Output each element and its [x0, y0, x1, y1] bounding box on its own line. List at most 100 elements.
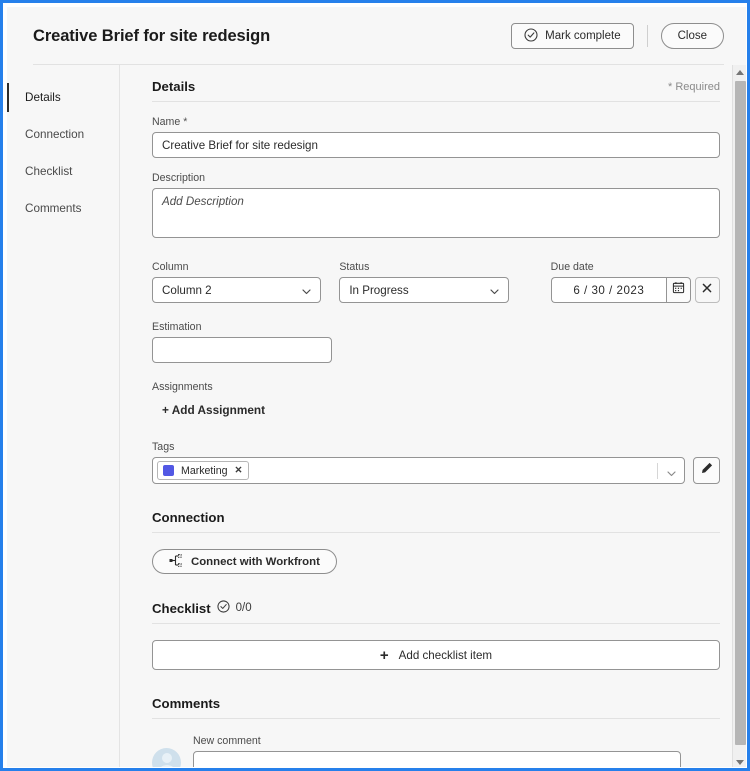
assignments-label: Assignments — [152, 381, 213, 393]
checklist-rule — [152, 623, 720, 624]
name-label-text: Name — [152, 116, 181, 128]
tags-separator — [657, 463, 658, 479]
sidebar: Details Connection Checklist Comments — [7, 65, 120, 767]
task-detail-window: Creative Brief for site redesign Mark co… — [0, 0, 750, 771]
new-comment-input[interactable] — [193, 751, 681, 767]
content-panel: Details * Required Name * Description — [120, 65, 746, 767]
clear-date-button[interactable] — [694, 277, 720, 303]
description-textarea[interactable] — [152, 188, 720, 238]
tags-row: Marketing ✕ — [152, 457, 720, 484]
column-field-group: Column Column 2 — [152, 261, 322, 303]
connect-with-workfront-label: Connect with Workfront — [191, 555, 320, 568]
name-input[interactable] — [152, 132, 720, 158]
header-actions: Mark complete Close — [511, 23, 724, 49]
avatar — [152, 748, 181, 767]
workfront-node-icon — [169, 553, 183, 570]
calendar-icon-button[interactable] — [665, 277, 691, 303]
add-checklist-item-label: Add checklist item — [398, 648, 493, 662]
scrollbar-thumb[interactable] — [735, 81, 746, 745]
close-button[interactable]: Close — [660, 23, 724, 49]
name-label: Name * — [152, 116, 720, 128]
close-icon — [701, 281, 713, 299]
estimation-input[interactable] — [152, 337, 332, 363]
sidebar-item-details[interactable]: Details — [7, 79, 119, 116]
due-date-control: 6 / 30 / 2023 — [550, 277, 720, 303]
tags-input[interactable]: Marketing ✕ — [152, 457, 685, 484]
details-section-header: Details * Required — [152, 79, 720, 101]
dialog-body: Details Connection Checklist Comments De… — [7, 65, 746, 767]
checklist-section-header: Checklist 0/0 — [152, 600, 720, 623]
checklist-section: Checklist 0/0 + Add checklist item — [152, 600, 720, 670]
triangle-down-icon — [736, 759, 744, 765]
mark-complete-button[interactable]: Mark complete — [511, 23, 634, 49]
plus-icon: + — [379, 646, 389, 664]
column-select[interactable]: Column 2 — [152, 277, 322, 303]
tags-group: Tags Marketing ✕ — [152, 441, 720, 484]
mark-complete-label: Mark complete — [545, 30, 621, 42]
calendar-icon — [672, 281, 685, 299]
tags-label: Tags — [152, 441, 175, 453]
status-select-value: In Progress — [349, 283, 409, 297]
add-checklist-item-button[interactable]: + Add checklist item — [152, 640, 720, 670]
scroll-up-button[interactable] — [733, 65, 746, 79]
checklist-heading: Checklist 0/0 — [152, 600, 252, 616]
new-comment-label: New comment — [193, 735, 261, 747]
estimation-field-group: Estimation — [152, 321, 332, 363]
description-field-group: Description — [152, 172, 720, 243]
description-label: Description — [152, 172, 205, 184]
checklist-count: 0/0 — [235, 602, 252, 614]
sidebar-item-comments[interactable]: Comments — [7, 190, 119, 227]
connection-heading: Connection — [152, 510, 225, 525]
status-field-group: Status In Progress — [339, 261, 509, 303]
sidebar-item-connection[interactable]: Connection — [7, 116, 119, 153]
window-inner: Creative Brief for site redesign Mark co… — [6, 6, 747, 768]
new-comment-field-group: New comment — [193, 735, 681, 767]
due-date-input[interactable]: 6 / 30 / 2023 — [550, 277, 666, 303]
due-date-label: Due date — [550, 261, 594, 273]
sidebar-item-label: Checklist — [25, 165, 73, 178]
tag-chip-marketing[interactable]: Marketing ✕ — [157, 461, 250, 480]
comments-section: Comments New comment — [152, 696, 720, 767]
content-inner: Details * Required Name * Description — [120, 65, 746, 767]
avatar-shoulders — [156, 765, 177, 767]
check-circle-icon — [217, 600, 230, 616]
comments-section-header: Comments — [152, 696, 720, 718]
chevron-down-icon[interactable] — [666, 466, 677, 484]
assignments-group: Assignments + Add Assignment — [152, 381, 720, 419]
connect-with-workfront-button[interactable]: Connect with Workfront — [152, 549, 337, 574]
edit-tags-button[interactable] — [693, 457, 720, 484]
remove-tag-icon[interactable]: ✕ — [235, 465, 243, 476]
pencil-icon — [700, 461, 714, 480]
page-title: Creative Brief for site redesign — [33, 26, 271, 45]
tag-chip-label: Marketing — [181, 464, 228, 477]
name-required-star: * — [183, 116, 188, 128]
scroll-down-button[interactable] — [733, 755, 746, 767]
required-note: * Required — [668, 80, 720, 93]
due-date-field-group: Due date 6 / 30 / 2023 — [550, 261, 720, 303]
column-status-due-row: Column Column 2 Status In Progress Due d… — [152, 261, 720, 303]
comments-rule — [152, 718, 720, 719]
column-label: Column — [152, 261, 189, 273]
sidebar-item-label: Comments — [25, 202, 82, 215]
connection-section-header: Connection — [152, 510, 720, 532]
check-circle-icon — [524, 27, 538, 45]
column-select-value: Column 2 — [162, 283, 212, 297]
chevron-down-icon — [489, 286, 500, 300]
comments-heading: Comments — [152, 696, 221, 711]
estimation-label: Estimation — [152, 321, 202, 333]
close-button-label: Close — [677, 30, 707, 42]
sidebar-item-checklist[interactable]: Checklist — [7, 153, 119, 190]
status-label: Status — [339, 261, 370, 273]
sidebar-item-label: Details — [25, 91, 61, 104]
connection-section: Connection Connect with Workfront — [152, 510, 720, 574]
header-divider — [646, 25, 648, 47]
new-comment-row: New comment — [152, 735, 720, 767]
status-select[interactable]: In Progress — [339, 277, 509, 303]
add-assignment-button[interactable]: + Add Assignment — [162, 403, 265, 417]
name-field-group: Name * — [152, 116, 720, 158]
content-scrollbar[interactable] — [732, 65, 746, 767]
checklist-heading-text: Checklist — [152, 600, 211, 616]
details-heading: Details — [152, 79, 196, 94]
connection-rule — [152, 532, 720, 533]
details-rule — [152, 101, 720, 102]
